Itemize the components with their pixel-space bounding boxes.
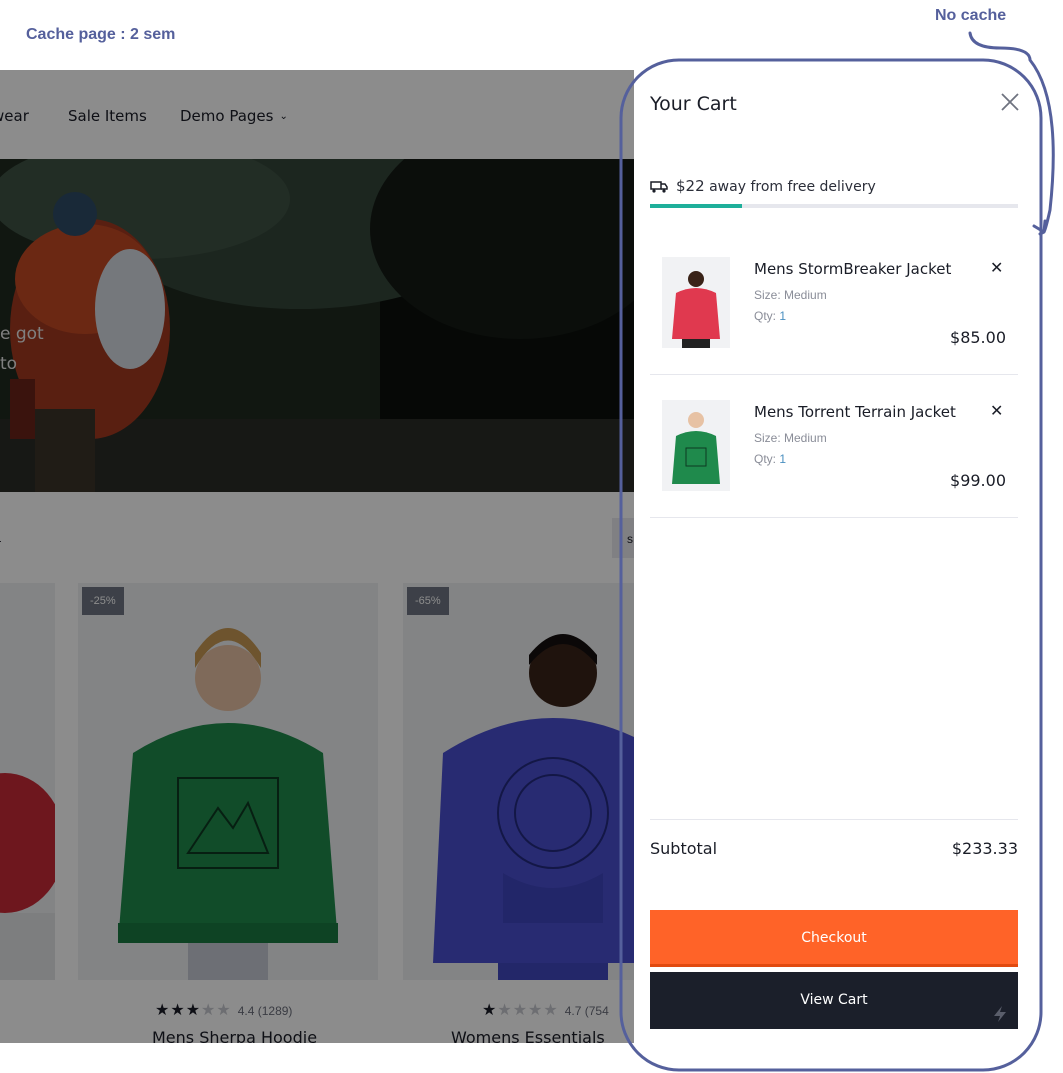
cart-item: Mens StormBreaker Jacket Size: Medium Qt… bbox=[650, 232, 1018, 375]
subtotal-divider bbox=[650, 819, 1018, 820]
delivery-progress-fill bbox=[650, 204, 742, 208]
delivery-text: away from free delivery bbox=[709, 179, 876, 195]
subtotal-label: Subtotal bbox=[650, 839, 718, 858]
cart-item-name[interactable]: Mens StormBreaker Jacket bbox=[754, 260, 951, 278]
cart-item-qty: Qty: 1 bbox=[754, 452, 786, 466]
delivery-notice: $22 away from free delivery bbox=[650, 177, 876, 195]
close-icon[interactable] bbox=[998, 90, 1022, 114]
cart-item-price: $99.00 bbox=[950, 471, 1006, 490]
checkout-button[interactable]: Checkout bbox=[650, 910, 1018, 967]
delivery-amount: $22 bbox=[676, 177, 705, 195]
delivery-progress-bar bbox=[650, 204, 1018, 208]
truck-icon bbox=[650, 181, 668, 193]
view-cart-button[interactable]: View Cart bbox=[650, 972, 1018, 1029]
cart-item-size: Size: Medium bbox=[754, 431, 827, 445]
cart-item-name[interactable]: Mens Torrent Terrain Jacket bbox=[754, 403, 956, 421]
page-overlay[interactable] bbox=[0, 70, 634, 1043]
cart-item-qty-label: Qty: bbox=[754, 452, 777, 466]
cart-item-price: $85.00 bbox=[950, 328, 1006, 347]
lightning-icon bbox=[994, 1006, 1006, 1022]
subtotal-value: $233.33 bbox=[951, 839, 1018, 858]
cart-item-size: Size: Medium bbox=[754, 288, 827, 302]
remove-item-icon[interactable]: ✕ bbox=[990, 258, 1003, 278]
cart-drawer: Your Cart $22 away from free delivery Me… bbox=[634, 70, 1027, 1043]
annotation-cache-page: Cache page : 2 sem bbox=[26, 26, 176, 43]
cart-item-qty-label: Qty: bbox=[754, 309, 777, 323]
cart-item-qty-value: 1 bbox=[779, 309, 787, 323]
cart-item-thumbnail[interactable] bbox=[662, 400, 730, 491]
cart-item: Mens Torrent Terrain Jacket Size: Medium… bbox=[650, 375, 1018, 518]
cart-title: Your Cart bbox=[650, 93, 737, 115]
cart-item-qty: Qty: 1 bbox=[754, 309, 786, 323]
annotation-no-cache: No cache bbox=[935, 7, 1007, 24]
cart-item-thumbnail[interactable] bbox=[662, 257, 730, 348]
store-page: wear Sale Items Demo Pages⌄ e got to l s bbox=[0, 70, 634, 1043]
remove-item-icon[interactable]: ✕ bbox=[990, 401, 1003, 421]
cart-item-qty-value: 1 bbox=[779, 452, 787, 466]
